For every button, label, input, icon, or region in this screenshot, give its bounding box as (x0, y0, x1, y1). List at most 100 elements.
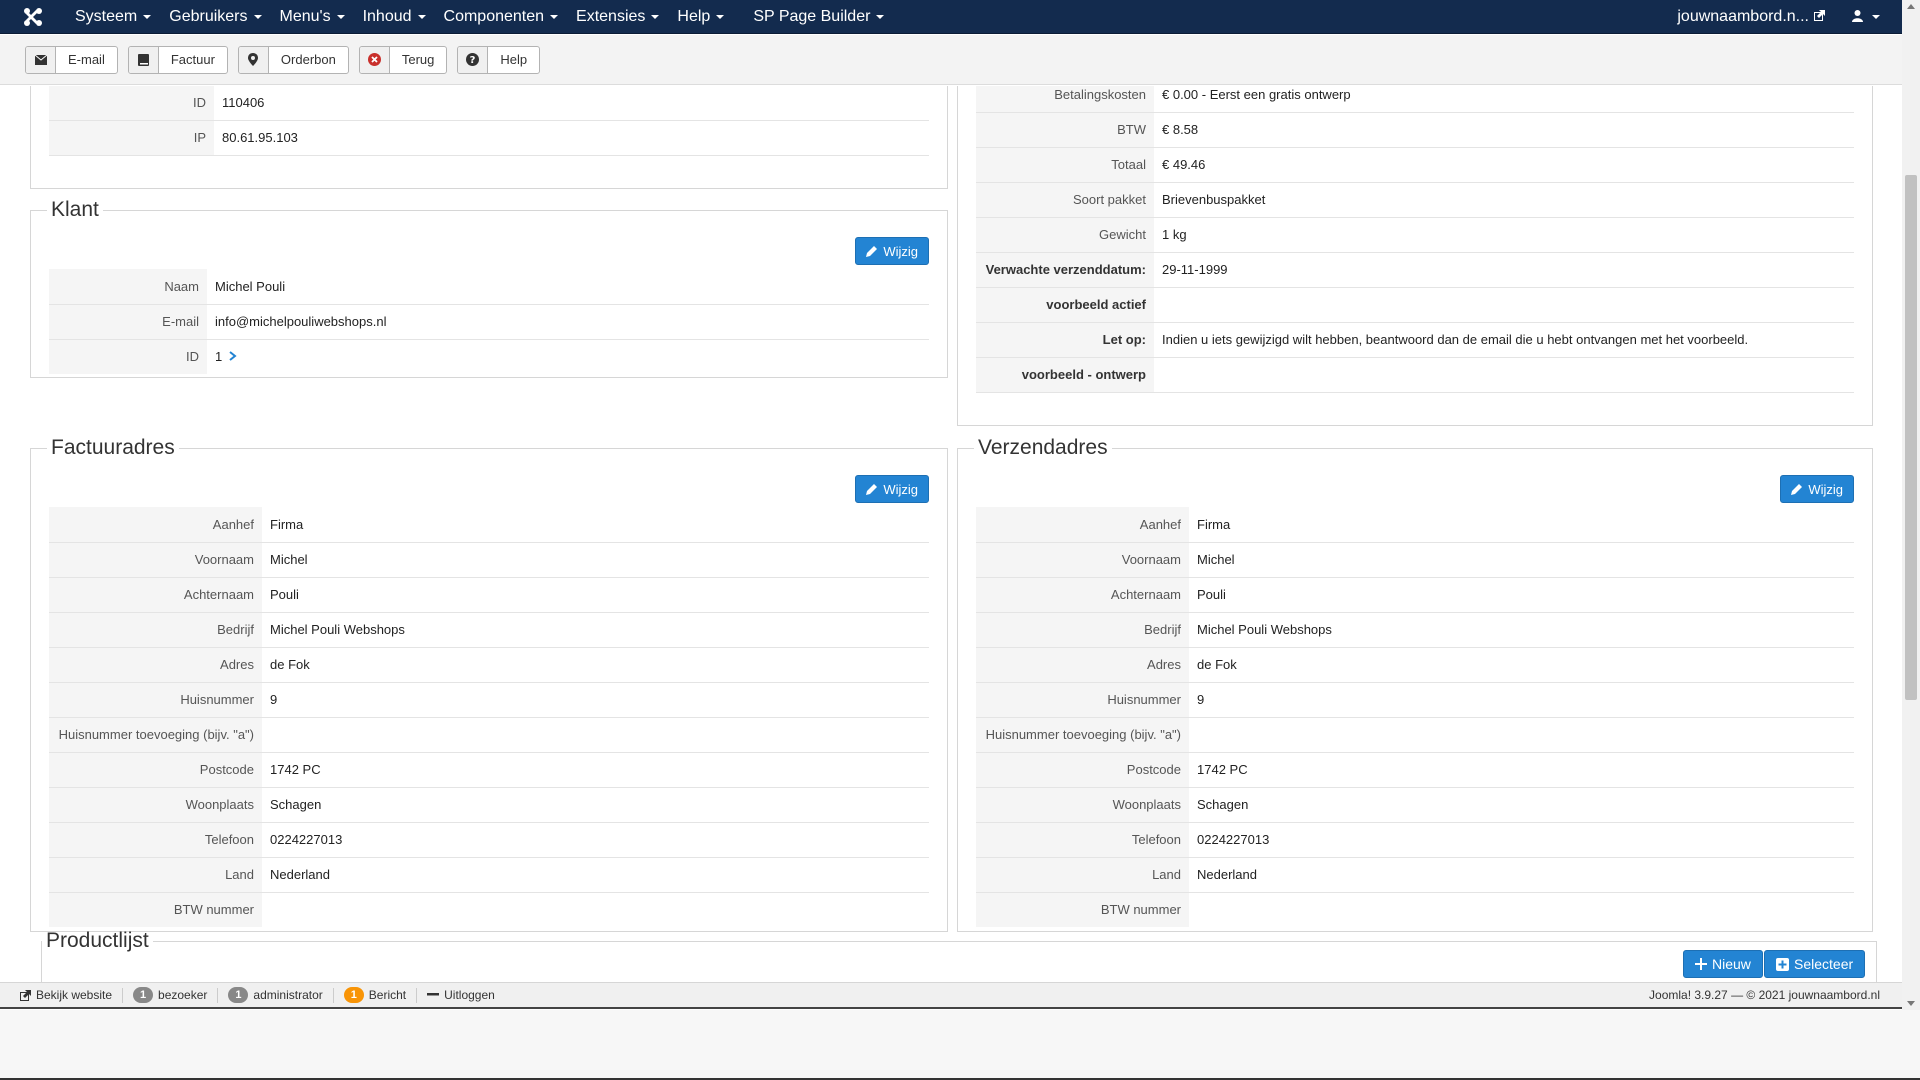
edit-label: Wijzig (883, 243, 918, 259)
messages-link[interactable]: 1 Bericht (334, 987, 418, 1003)
row-label: Huisnummer (976, 682, 1189, 718)
messages-count-badge: 1 (343, 987, 364, 1003)
menu-menus[interactable]: Menu's (271, 0, 354, 33)
row-label: voorbeeld - ontwerp (976, 357, 1154, 393)
visitors-label: bezoeker (158, 988, 208, 1002)
minus-icon (427, 993, 440, 996)
location-pin-icon (238, 46, 269, 73)
menu-label: Menu's (279, 7, 331, 25)
row-value: 9 (1189, 682, 1854, 718)
row-label: Huisnummer toevoeging (bijv. "a") (976, 717, 1189, 753)
pencil-icon (866, 484, 878, 495)
table-row: Huisnummer toevoeging (bijv. "a") (976, 717, 1854, 753)
table-row: Woonplaats Schagen (49, 787, 929, 823)
order-slip-button[interactable]: Orderbon (237, 45, 349, 74)
edit-customer-button[interactable]: Wijzig (855, 237, 929, 265)
customer-id-link[interactable]: 1 (207, 339, 929, 374)
menu-extensies[interactable]: Extensies (567, 0, 668, 33)
edit-shipping-address-button[interactable]: Wijzig (1780, 475, 1854, 503)
main-menu: Systeem Gebruikers Menu's Inhoud Compone… (66, 0, 893, 33)
row-label: Bedrijf (49, 612, 262, 648)
edit-label: Wijzig (883, 481, 918, 497)
table-row: Achternaam Pouli (976, 577, 1854, 613)
row-label: ID (49, 86, 214, 121)
row-value: € 8.58 (1154, 112, 1854, 148)
email-button[interactable]: E-mail (25, 45, 118, 74)
menu-componenten[interactable]: Componenten (435, 0, 568, 33)
row-label: Achternaam (976, 577, 1189, 613)
menu-gebruikers[interactable]: Gebruikers (160, 0, 270, 33)
order-summary-table: Betalingskosten € 0.00 - Eerst een grati… (976, 86, 1854, 393)
row-value: 80.61.95.103 (214, 120, 929, 156)
page-scrollbar[interactable] (1902, 0, 1920, 1010)
scrollbar-thumb[interactable] (1905, 175, 1917, 700)
back-button[interactable]: Terug (358, 45, 448, 74)
pencil-icon (866, 246, 878, 257)
select-product-button[interactable]: Selecteer (1764, 950, 1866, 978)
menu-sp-page-builder[interactable]: SP Page Builder (733, 0, 893, 33)
admins-link[interactable]: 1 administrator (218, 987, 334, 1003)
row-label: Naam (49, 269, 207, 305)
view-website-link[interactable]: Bekijk website (10, 987, 124, 1003)
row-value: Schagen (1189, 787, 1854, 823)
question-icon: ? (458, 46, 489, 73)
caret-down-icon (143, 14, 152, 19)
logout-link[interactable]: Uitloggen (417, 988, 505, 1003)
menu-inhoud[interactable]: Inhoud (354, 0, 435, 33)
shipping-address-title: Verzendadres (978, 436, 1108, 459)
row-label: Verwachte verzenddatum: (976, 252, 1154, 288)
caret-down-icon (336, 14, 345, 19)
row-label: Postcode (976, 752, 1189, 788)
row-label: Adres (976, 647, 1189, 683)
visitors-link[interactable]: 1 bezoeker (123, 987, 219, 1003)
menu-systeem[interactable]: Systeem (66, 0, 160, 33)
shipping-address-table: Aanhef Firma Voornaam Michel Achternaam Pou… (976, 507, 1854, 927)
row-label: Woonplaats (976, 787, 1189, 823)
row-label: E-mail (49, 304, 207, 340)
row-value (1189, 717, 1854, 753)
row-value: Michel (1189, 542, 1854, 578)
view-site-link[interactable]: jouwnaambord.n... (1667, 8, 1835, 26)
row-label: Telefoon (49, 822, 262, 858)
plus-icon (1695, 958, 1707, 970)
help-button[interactable]: ? Help (457, 45, 541, 74)
table-row: Land Nederland (976, 857, 1854, 893)
row-value (1154, 287, 1854, 323)
caret-down-icon (253, 14, 262, 19)
new-product-button[interactable]: Nieuw (1683, 950, 1763, 978)
table-row: Voornaam Michel (976, 542, 1854, 578)
row-label: Woonplaats (49, 787, 262, 823)
row-value: Pouli (262, 577, 929, 613)
book-icon (128, 46, 159, 73)
scroll-down-icon[interactable] (1907, 1001, 1915, 1006)
status-bar: Bekijk website 1 bezoeker 1 administrato… (0, 982, 1902, 1009)
product-list-title: Productlijst (46, 929, 149, 952)
row-label: Aanhef (49, 507, 262, 543)
caret-down-icon (651, 14, 660, 19)
user-menu[interactable] (1835, 9, 1902, 25)
row-label: Land (976, 857, 1189, 893)
row-label: Aanhef (976, 507, 1189, 543)
order-info-table: ID 110406 IP 80.61.95.103 (49, 86, 929, 156)
table-row: Totaal € 49.46 (976, 147, 1854, 183)
order-summary-panel: Betalingskosten € 0.00 - Eerst een grati… (957, 86, 1873, 426)
help-button-label: Help (500, 52, 528, 67)
row-label: Let op: (976, 322, 1154, 358)
invoice-button[interactable]: Factuur (127, 45, 228, 74)
row-label: Soort pakket (976, 182, 1154, 218)
billing-address-panel: Factuuradres Wijzig Aanhef Firma Voornaam… (30, 435, 948, 932)
menu-help[interactable]: Help (668, 0, 733, 33)
row-value: 29-11-1999 (1154, 252, 1854, 288)
scroll-up-icon[interactable] (1907, 4, 1915, 9)
customer-table: Naam Michel Pouli E-mail info@michelpoul… (49, 269, 929, 374)
customer-panel: Klant Wijzig Naam Michel Pouli E-mail in… (30, 197, 948, 378)
menu-label: Extensies (576, 7, 646, 25)
cancel-icon (359, 46, 390, 73)
joomla-logo-icon[interactable] (0, 0, 66, 34)
edit-label: Wijzig (1808, 481, 1843, 497)
edit-billing-address-button[interactable]: Wijzig (855, 475, 929, 503)
new-product-label: Nieuw (1712, 956, 1751, 972)
row-value: de Fok (262, 647, 929, 683)
table-row: Huisnummer 9 (976, 682, 1854, 718)
row-value: Firma (262, 507, 929, 543)
